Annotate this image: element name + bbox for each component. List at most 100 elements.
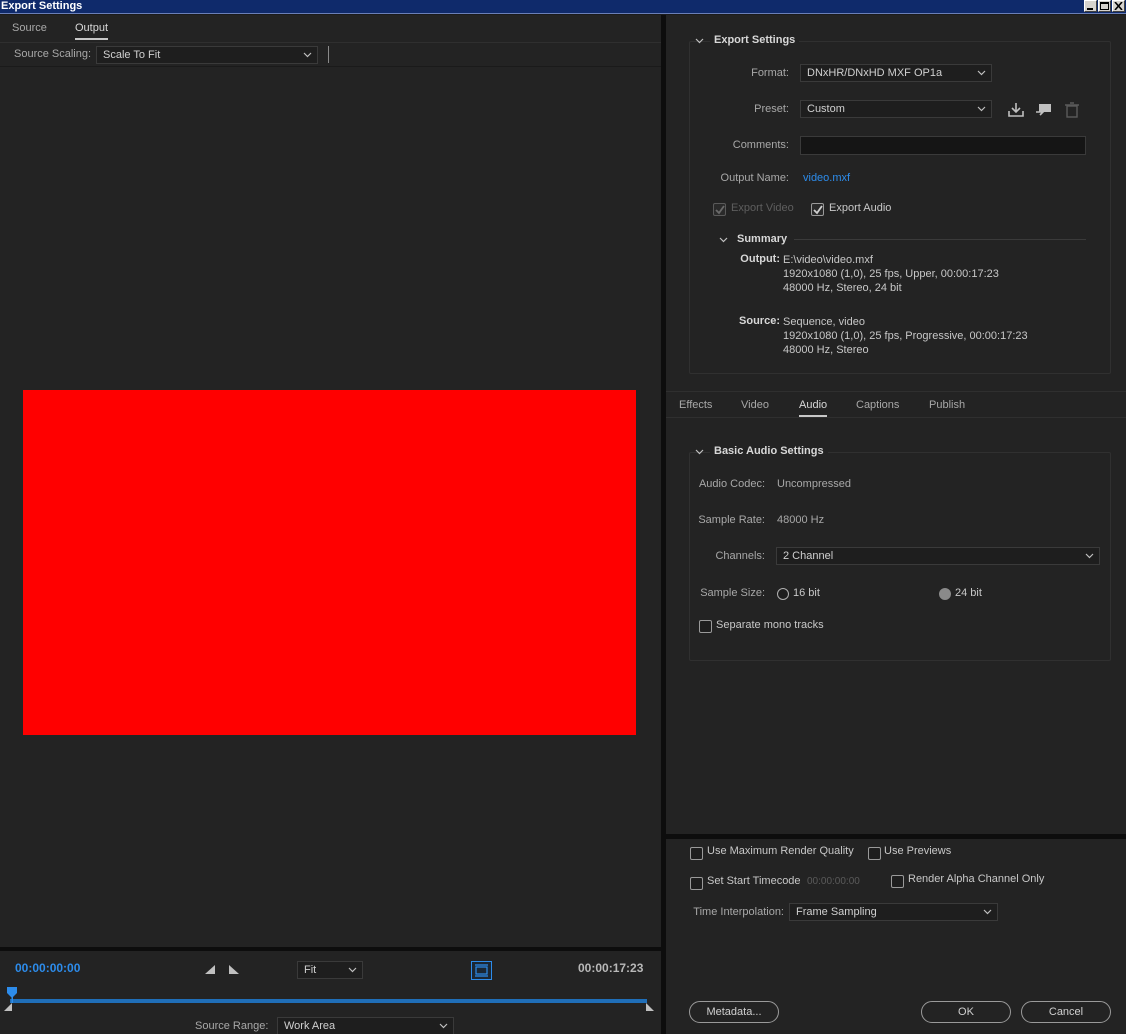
output-name-link[interactable]: video.mxf <box>803 172 850 184</box>
chevron-down-icon <box>303 52 312 58</box>
collapse-chevron-icon[interactable] <box>695 447 704 456</box>
settings-tabs: Effects Video Audio Captions Publish <box>666 391 1126 418</box>
summary-output-label: Output: <box>740 253 780 265</box>
set-in-point-icon[interactable] <box>204 964 216 975</box>
time-interpolation-label: Time Interpolation: <box>693 906 784 918</box>
summary-output-line: E:\video\video.mxf <box>783 254 873 266</box>
tab-output[interactable]: Output <box>75 22 109 40</box>
aspect-ratio-icon <box>475 964 488 977</box>
channels-value: 2 Channel <box>783 550 834 562</box>
chevron-down-icon <box>977 70 986 76</box>
cancel-button[interactable]: Cancel <box>1021 1001 1111 1023</box>
chevron-down-icon <box>439 1023 448 1029</box>
ok-button[interactable]: OK <box>921 1001 1011 1023</box>
tab-source[interactable]: Source <box>12 22 47 34</box>
source-scaling-dropdown[interactable]: Scale To Fit <box>96 46 318 64</box>
zoom-dropdown[interactable]: Fit <box>297 961 363 979</box>
preset-dropdown[interactable]: Custom <box>800 100 992 118</box>
use-previews-label: Use Previews <box>884 845 952 857</box>
collapse-chevron-icon[interactable] <box>695 36 704 45</box>
time-interpolation-dropdown[interactable]: Frame Sampling <box>789 903 998 921</box>
audio-codec-value: Uncompressed <box>777 478 851 490</box>
sample-size-24bit-radio[interactable] <box>939 588 951 600</box>
set-start-timecode-checkbox[interactable] <box>690 877 703 890</box>
chevron-down-icon <box>1085 553 1094 559</box>
start-timecode-field[interactable]: 00:00:00:00 <box>807 876 860 887</box>
sample-rate-label: Sample Rate: <box>698 514 765 526</box>
close-button[interactable] <box>1112 0 1125 12</box>
separate-mono-checkbox[interactable] <box>699 620 712 633</box>
current-timecode[interactable]: 00:00:00:00 <box>15 961 80 975</box>
minimize-button[interactable] <box>1084 0 1097 12</box>
preview-panel: Source Output Source Scaling: Scale To F… <box>0 15 661 1034</box>
timeline-track[interactable] <box>10 999 647 1003</box>
summary-chevron-icon[interactable] <box>719 235 728 244</box>
summary-output-line: 48000 Hz, Stereo, 24 bit <box>783 282 902 294</box>
preset-value: Custom <box>807 103 845 115</box>
video-preview-frame <box>23 390 636 735</box>
playback-bar: 00:00:00:00 Fit 00:00:17:23 Source Range… <box>0 947 661 1034</box>
divider <box>328 46 329 63</box>
tab-captions[interactable]: Captions <box>856 399 899 411</box>
tab-effects[interactable]: Effects <box>679 399 712 411</box>
save-preset-icon[interactable] <box>1007 102 1025 118</box>
chevron-down-icon <box>977 106 986 112</box>
format-dropdown[interactable]: DNxHR/DNxHD MXF OP1a <box>800 64 992 82</box>
chevron-down-icon <box>983 909 992 915</box>
summary-source-line: Sequence, video <box>783 316 865 328</box>
channels-label: Channels: <box>715 550 765 562</box>
sample-size-16bit-label: 16 bit <box>793 587 820 599</box>
export-settings-title: Export Settings <box>710 34 800 46</box>
output-name-label: Output Name: <box>720 172 789 184</box>
checkmark-icon <box>715 205 725 215</box>
channels-dropdown[interactable]: 2 Channel <box>776 547 1100 565</box>
chevron-down-icon <box>348 967 357 973</box>
tab-publish[interactable]: Publish <box>929 399 965 411</box>
settings-panel: Export Settings Format: DNxHR/DNxHD MXF … <box>666 15 1126 1034</box>
close-icon <box>1114 2 1123 10</box>
tab-video[interactable]: Video <box>741 399 769 411</box>
maximize-button[interactable] <box>1098 0 1111 12</box>
comments-field[interactable] <box>800 136 1086 155</box>
comments-label: Comments: <box>732 139 789 151</box>
summary-output-line: 1920x1080 (1,0), 25 fps, Upper, 00:00:17… <box>783 268 999 280</box>
source-range-dropdown[interactable]: Work Area <box>277 1017 454 1034</box>
tab-audio[interactable]: Audio <box>799 399 828 417</box>
source-output-tabs: Source Output <box>0 15 661 43</box>
summary-output-values: E:\video\video.mxf 1920x1080 (1,0), 25 f… <box>783 253 999 295</box>
delete-preset-icon[interactable] <box>1063 102 1081 118</box>
checkmark-icon <box>813 205 823 215</box>
window-controls <box>1084 0 1125 12</box>
source-range-value: Work Area <box>284 1020 336 1032</box>
panel-splitter-horizontal[interactable] <box>666 834 1126 839</box>
set-start-timecode-label: Set Start Timecode <box>707 875 801 887</box>
preview-viewport <box>0 68 661 947</box>
sample-size-16bit-radio[interactable] <box>777 588 789 600</box>
metadata-button[interactable]: Metadata... <box>689 1001 779 1023</box>
in-point-marker-icon[interactable] <box>3 1003 13 1012</box>
export-video-checkbox[interactable] <box>713 203 726 216</box>
import-preset-icon[interactable] <box>1035 102 1053 118</box>
render-alpha-checkbox[interactable] <box>891 875 904 888</box>
sample-rate-value: 48000 Hz <box>777 514 825 526</box>
export-audio-checkbox[interactable] <box>811 203 824 216</box>
out-point-marker-icon[interactable] <box>645 1003 655 1012</box>
summary-source-line: 1920x1080 (1,0), 25 fps, Progressive, 00… <box>783 330 1028 342</box>
render-alpha-label: Render Alpha Channel Only <box>908 873 1045 885</box>
summary-source-values: Sequence, video 1920x1080 (1,0), 25 fps,… <box>783 315 1028 357</box>
set-out-point-icon[interactable] <box>228 964 240 975</box>
duration-timecode: 00:00:17:23 <box>578 961 644 975</box>
sample-size-label: Sample Size: <box>700 587 765 599</box>
source-scaling-label: Source Scaling: <box>14 48 92 60</box>
playhead-icon[interactable] <box>7 987 18 1003</box>
max-render-quality-label: Use Maximum Render Quality <box>707 845 854 857</box>
max-render-quality-checkbox[interactable] <box>690 847 703 860</box>
source-range-label: Source Range: <box>195 1020 269 1032</box>
summary-source-line: 48000 Hz, Stereo <box>783 344 869 356</box>
window-title: Export Settings <box>1 0 83 12</box>
title-bar: Export Settings <box>0 0 1126 14</box>
audio-settings-title: Basic Audio Settings <box>710 445 828 457</box>
aspect-correction-button[interactable] <box>471 961 492 980</box>
use-previews-checkbox[interactable] <box>868 847 881 860</box>
minimize-icon <box>1087 8 1093 10</box>
